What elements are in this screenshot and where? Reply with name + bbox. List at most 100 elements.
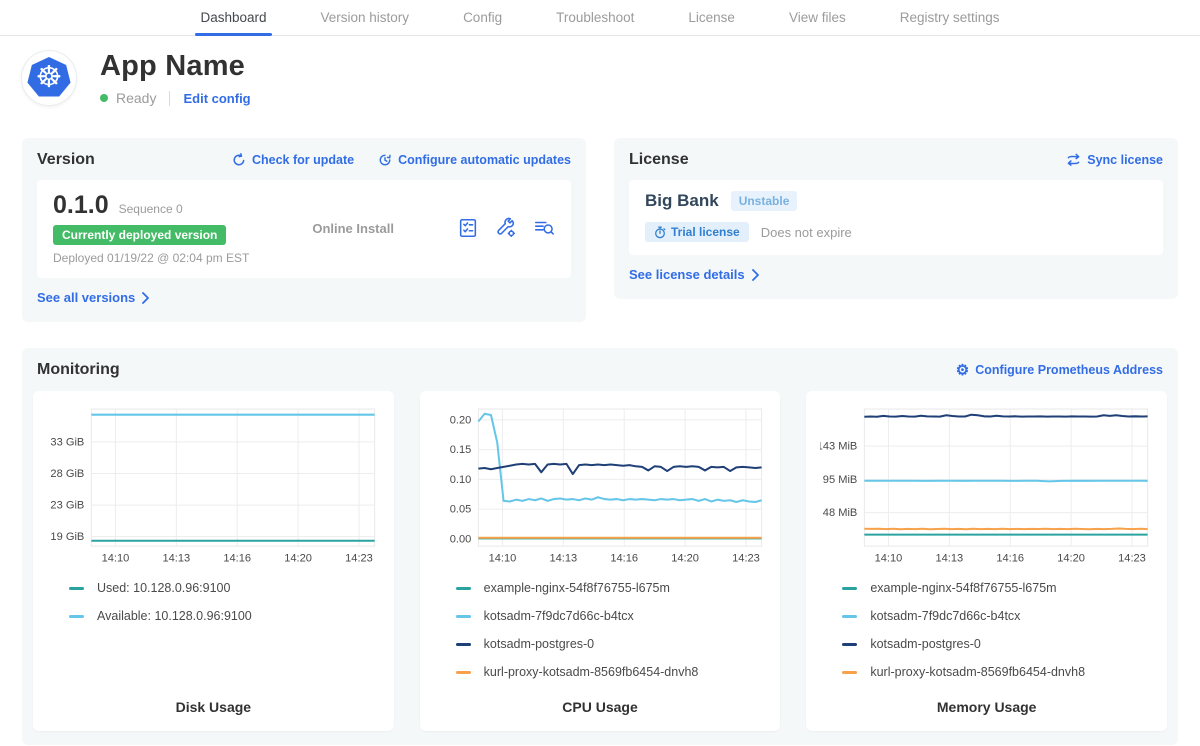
legend-item: kotsadm-7f9dc7d66c-b4tcx <box>456 609 767 623</box>
sync-license-button[interactable]: Sync license <box>1066 153 1163 167</box>
memory-usage-chart-card: 48 MiB95 MiB143 MiB14:1014:1314:1614:201… <box>806 391 1167 731</box>
legend-label: kotsadm-postgres-0 <box>484 637 594 651</box>
chevron-right-icon <box>141 292 149 304</box>
disk-usage-chart-card: 19 GiB23 GiB28 GiB33 GiB14:1014:1314:161… <box>33 391 394 731</box>
refresh-circle-icon <box>232 153 246 167</box>
deployed-timestamp: Deployed 01/19/22 @ 02:04 pm EST <box>53 251 249 265</box>
stopwatch-icon <box>654 226 666 239</box>
chart-title: Memory Usage <box>820 679 1153 715</box>
svg-text:14:10: 14:10 <box>102 552 130 564</box>
swap-arrows-icon <box>1066 153 1081 167</box>
legend-color-dash-icon <box>456 671 471 674</box>
legend-color-dash-icon <box>842 615 857 618</box>
legend-label: example-nginx-54f8f76755-l675m <box>484 581 670 595</box>
legend-item: Available: 10.128.0.96:9100 <box>69 609 380 623</box>
status-dot-icon <box>100 94 108 102</box>
legend-label: kotsadm-7f9dc7d66c-b4tcx <box>870 609 1020 623</box>
current-version-card: 0.1.0 Sequence 0 Currently deployed vers… <box>37 180 571 278</box>
version-number: 0.1.0 <box>53 191 109 220</box>
svg-text:23 GiB: 23 GiB <box>50 500 84 512</box>
clock-refresh-icon <box>378 153 392 167</box>
tab-troubleshoot[interactable]: Troubleshoot <box>529 0 661 35</box>
license-type-badge: Trial license <box>645 222 749 242</box>
preflight-checklist-icon[interactable] <box>457 217 479 239</box>
tab-version-history[interactable]: Version history <box>294 0 437 35</box>
svg-text:19 GiB: 19 GiB <box>50 531 84 543</box>
legend-color-dash-icon <box>456 643 471 646</box>
see-license-details-link[interactable]: See license details <box>629 267 759 282</box>
cpu-usage-chart-card: 0.000.050.100.150.2014:1014:1314:1614:20… <box>420 391 781 731</box>
svg-text:0.10: 0.10 <box>449 474 471 486</box>
license-card: Big Bank Unstable Trial license Does not… <box>629 180 1163 255</box>
legend-color-dash-icon <box>456 615 471 618</box>
tab-registry-settings[interactable]: Registry settings <box>873 0 1027 35</box>
legend-label: kurl-proxy-kotsadm-8569fb6454-dnvh8 <box>484 665 699 679</box>
version-panel-title: Version <box>37 151 95 169</box>
page-title: App Name <box>100 50 251 83</box>
legend-item: kotsadm-7f9dc7d66c-b4tcx <box>842 609 1153 623</box>
svg-text:14:16: 14:16 <box>223 552 251 564</box>
svg-text:14:23: 14:23 <box>345 552 373 564</box>
svg-text:14:20: 14:20 <box>671 552 699 564</box>
legend-label: Used: 10.128.0.96:9100 <box>97 581 230 595</box>
tab-license[interactable]: License <box>661 0 762 35</box>
legend-color-dash-icon <box>842 671 857 674</box>
configure-automatic-updates-button[interactable]: Configure automatic updates <box>378 153 571 167</box>
config-wrench-gear-icon[interactable] <box>495 217 517 239</box>
svg-text:0.00: 0.00 <box>449 534 471 546</box>
disk-usage-legend: Used: 10.128.0.96:9100 Available: 10.128.… <box>47 581 380 623</box>
divider <box>169 91 170 106</box>
gear-icon: ⚙ <box>956 363 969 378</box>
svg-text:95 MiB: 95 MiB <box>823 474 857 486</box>
license-panel-title: License <box>629 151 689 169</box>
legend-color-dash-icon <box>69 587 84 590</box>
disk-usage-chart: 19 GiB23 GiB28 GiB33 GiB14:1014:1314:161… <box>47 403 380 566</box>
svg-text:14:16: 14:16 <box>997 552 1025 564</box>
top-nav: DashboardVersion historyConfigTroublesho… <box>0 0 1200 36</box>
svg-text:0.20: 0.20 <box>449 414 471 426</box>
install-type-label: Online Install <box>249 221 457 236</box>
tab-config[interactable]: Config <box>436 0 529 35</box>
license-expiration: Does not expire <box>761 225 852 240</box>
legend-label: kotsadm-7f9dc7d66c-b4tcx <box>484 609 634 623</box>
check-for-update-button[interactable]: Check for update <box>232 153 354 167</box>
svg-text:0.05: 0.05 <box>449 504 471 516</box>
legend-label: example-nginx-54f8f76755-l675m <box>870 581 1056 595</box>
svg-text:33 GiB: 33 GiB <box>50 436 84 448</box>
legend-item: example-nginx-54f8f76755-l675m <box>456 581 767 595</box>
deployed-version-badge: Currently deployed version <box>53 225 226 245</box>
status-badge: Ready <box>116 90 156 106</box>
legend-item: Used: 10.128.0.96:9100 <box>69 581 380 595</box>
edit-config-link[interactable]: Edit config <box>183 91 250 106</box>
legend-color-dash-icon <box>842 643 857 646</box>
tab-view-files[interactable]: View files <box>762 0 873 35</box>
deploy-logs-search-icon[interactable] <box>533 217 555 239</box>
svg-text:14:16: 14:16 <box>610 552 638 564</box>
see-all-versions-link[interactable]: See all versions <box>37 290 149 305</box>
configure-prometheus-button[interactable]: ⚙ Configure Prometheus Address <box>956 363 1163 378</box>
legend-label: kotsadm-postgres-0 <box>870 637 980 651</box>
svg-text:14:23: 14:23 <box>1118 552 1146 564</box>
version-sequence: Sequence 0 <box>119 202 183 216</box>
svg-text:14:10: 14:10 <box>875 552 903 564</box>
app-header: ☸ App Name Ready Edit config <box>0 36 1200 112</box>
cpu-usage-legend: example-nginx-54f8f76755-l675m kotsadm-7f… <box>434 581 767 679</box>
app-logo: ☸ <box>22 51 76 105</box>
legend-color-dash-icon <box>842 587 857 590</box>
channel-badge: Unstable <box>731 191 798 211</box>
svg-text:14:13: 14:13 <box>549 552 577 564</box>
legend-label: Available: 10.128.0.96:9100 <box>97 609 252 623</box>
svg-text:0.15: 0.15 <box>449 444 471 456</box>
legend-item: kurl-proxy-kotsadm-8569fb6454-dnvh8 <box>456 665 767 679</box>
svg-text:14:20: 14:20 <box>284 552 312 564</box>
legend-color-dash-icon <box>456 587 471 590</box>
monitoring-panel-title: Monitoring <box>37 361 120 379</box>
memory-usage-chart: 48 MiB95 MiB143 MiB14:1014:1314:1614:201… <box>820 403 1153 566</box>
legend-label: kurl-proxy-kotsadm-8569fb6454-dnvh8 <box>870 665 1085 679</box>
legend-item: kurl-proxy-kotsadm-8569fb6454-dnvh8 <box>842 665 1153 679</box>
monitoring-panel: Monitoring ⚙ Configure Prometheus Addres… <box>22 348 1178 745</box>
version-panel: Version Check for update Configure autom… <box>22 138 586 322</box>
tab-dashboard[interactable]: Dashboard <box>173 0 293 35</box>
svg-text:28 GiB: 28 GiB <box>50 468 84 480</box>
chart-title: CPU Usage <box>434 679 767 715</box>
